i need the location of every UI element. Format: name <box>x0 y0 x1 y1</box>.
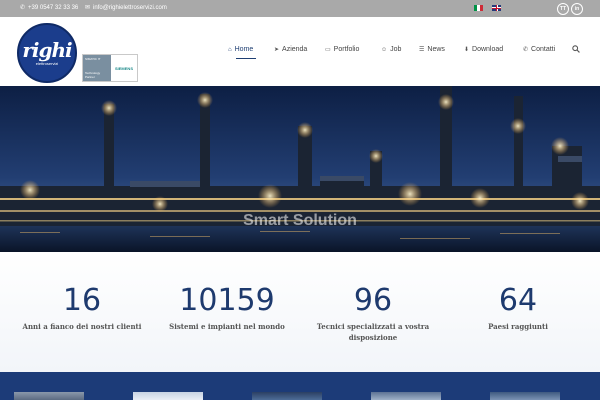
nav-item-contatti[interactable]: ✆ Contatti <box>523 46 555 53</box>
top-bar: ✆ +39 0547 32 33 36 ✉ info@righielettros… <box>0 0 600 17</box>
nav-item-home[interactable]: ⌂ Home <box>228 46 253 53</box>
nav-item-azienda[interactable]: ➤ Azienda <box>274 46 307 53</box>
hero-title: Smart Solution <box>243 212 357 229</box>
hero-banner: Smart Solution <box>0 86 600 252</box>
email-address: info@righielettroservizi.com <box>93 5 167 11</box>
paper-plane-icon: ➤ <box>274 47 280 53</box>
site-logo[interactable]: righi elettroservizi <box>17 23 77 83</box>
nav-label-contatti: Contatti <box>531 46 556 53</box>
stat-years: 16 Anni a fianco dei nostri clienti <box>22 286 142 332</box>
folder-icon: ▭ <box>325 47 331 53</box>
stat-value: 10159 <box>179 283 275 318</box>
nav-label-download: Download <box>472 46 504 53</box>
stat-label: Anni a fianco dei nostri clienti <box>22 322 142 331</box>
siemens-logo: SIEMENS <box>111 55 137 81</box>
stat-label: Tecnici specializzati a vostra disposizi… <box>316 322 430 342</box>
phone-number: +39 0547 32 33 36 <box>28 5 79 11</box>
portfolio-thumbnail[interactable] <box>252 392 322 400</box>
nav-label-news: News <box>427 46 445 53</box>
social-button-tt[interactable]: TT <box>557 3 569 15</box>
stat-systems: 10159 Sistemi e impianti nel mondo <box>167 286 287 332</box>
nav-active-underline <box>236 58 256 59</box>
siemens-partner-badge: SIMATIC IT Technology Partner SIEMENS <box>82 54 138 82</box>
stat-value: 16 <box>62 283 102 318</box>
italian-flag-icon[interactable] <box>474 5 483 11</box>
portfolio-thumbnail[interactable] <box>371 392 441 400</box>
header: righi elettroservizi SIMATIC IT Technolo… <box>0 17 600 86</box>
stat-countries: 64 Paesi raggiunti <box>458 286 578 332</box>
portfolio-thumbnail[interactable] <box>14 392 84 400</box>
nav-item-download[interactable]: ⬇ Download <box>464 46 503 53</box>
portfolio-band <box>0 372 600 400</box>
stat-technicians: 96 Tecnici specializzati a vostra dispos… <box>313 286 433 343</box>
stat-label: Paesi raggiunti <box>488 322 548 331</box>
stats-section: 16 Anni a fianco dei nostri clienti 1015… <box>0 252 600 372</box>
linkedin-button[interactable]: in <box>571 3 583 15</box>
envelope-icon: ✉ <box>85 5 91 11</box>
nav-item-news[interactable]: ☰ News <box>419 46 445 53</box>
stat-value: 64 <box>498 283 538 318</box>
phone-contact[interactable]: ✆ +39 0547 32 33 36 <box>20 5 78 11</box>
search-icon[interactable] <box>572 45 580 53</box>
download-icon: ⬇ <box>464 47 470 53</box>
users-icon: ☺ <box>381 46 388 53</box>
phone-icon: ✆ <box>20 5 26 11</box>
logo-word: righi <box>22 38 72 62</box>
nav-label-job: Job <box>390 46 402 53</box>
nav-item-portfolio[interactable]: ▭ Portfolio <box>325 46 359 53</box>
nav-label-azienda: Azienda <box>282 46 308 53</box>
stat-label: Sistemi e impianti nel mondo <box>169 322 285 331</box>
partner-badge-top-text: SIMATIC IT <box>85 57 101 61</box>
portfolio-thumbnail[interactable] <box>133 392 203 400</box>
stat-value: 96 <box>353 283 393 318</box>
nav-label-portfolio: Portfolio <box>333 46 360 53</box>
english-flag-icon[interactable] <box>492 5 501 11</box>
nav-label-home: Home <box>234 46 254 53</box>
nav-item-job[interactable]: ☺ Job <box>381 46 401 53</box>
logo-sub: elettroservizi <box>35 61 59 66</box>
partner-badge-bottom-text: Technology Partner <box>85 71 101 79</box>
email-contact[interactable]: ✉ info@righielettroservizi.com <box>85 5 167 11</box>
home-icon: ⌂ <box>228 46 232 53</box>
phone-icon: ✆ <box>523 47 529 53</box>
partner-badge-left: SIMATIC IT Technology Partner <box>83 55 111 81</box>
sitemap-icon: ☰ <box>419 47 425 53</box>
portfolio-thumbnail[interactable] <box>490 392 560 400</box>
